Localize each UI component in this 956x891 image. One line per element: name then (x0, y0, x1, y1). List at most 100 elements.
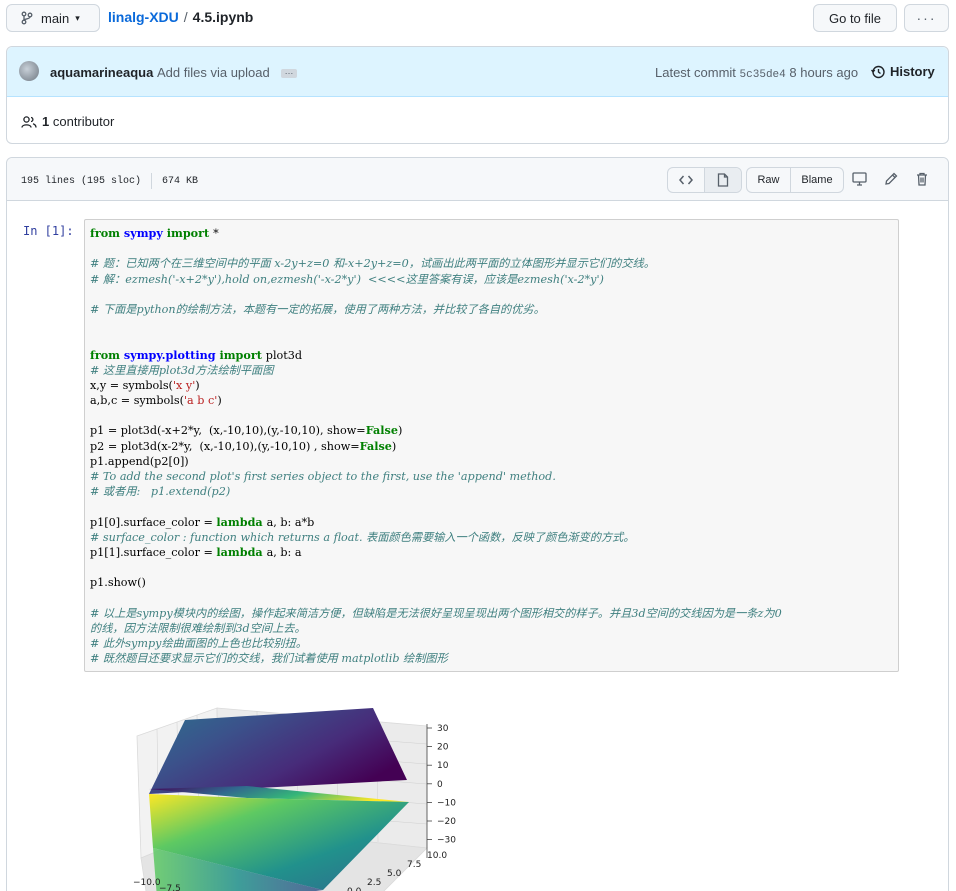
code-token: p2 = plot3d(x-2*y, (x,-10,10),(y,-10,10)… (90, 439, 360, 453)
code-token: # 下面是python的绘制方法，本题有一定的拓展，使用了两种方法，并比较了各自… (90, 302, 545, 316)
code-token: # 或者用: p1.extend(p2) (90, 485, 231, 499)
code-token: ) (217, 394, 222, 408)
code-token: from (90, 347, 124, 362)
blame-button[interactable]: Blame (791, 168, 843, 192)
latest-commit-label: Latest commit (655, 65, 736, 80)
code-icon (679, 175, 693, 185)
breadcrumb-repo-link[interactable]: linalg-XDU (108, 9, 179, 25)
history-label: History (890, 64, 935, 79)
code-line: p1 = plot3d(-x+2*y, (x,-10,10),(y,-10,10… (90, 423, 893, 438)
z-tick-label: −20 (437, 817, 456, 827)
code-token: * (213, 227, 219, 240)
people-icon (21, 115, 37, 128)
avatar[interactable] (19, 61, 39, 81)
code-token: 'a b c' (183, 394, 218, 408)
code-line: 的线，因方法限制很难绘制到3d空间上去。 (90, 621, 893, 636)
code-token: # To add the second plot's first series … (90, 470, 556, 483)
code-token: p1 = plot3d(-x+2*y, (x,-10,10),(y,-10,10… (90, 424, 366, 438)
code-line: # 或者用: p1.extend(p2) (90, 484, 893, 499)
surface-upper-dark (149, 708, 407, 794)
cell-prompt: In [1]: (23, 224, 74, 238)
y-tick-label: 10.0 (427, 851, 447, 861)
latest-commit-row: aquamarineaqua Add files via upload … La… (7, 47, 948, 97)
latest-commit-info: Latest commit 5c35de4 8 hours ago (655, 65, 858, 81)
code-token: ) (391, 439, 397, 453)
file-size: 674 KB (162, 175, 199, 187)
z-tick-label: 30 (437, 724, 449, 734)
desktop-icon[interactable] (852, 172, 867, 186)
code-line: x,y = symbols('x y') (90, 378, 893, 393)
code-line: # 题：已知两个在三维空间中的平面 x-2y+z=0 和-x+2y+z=0，试画… (90, 256, 893, 271)
display-view-button[interactable] (704, 168, 741, 192)
code-token: 的线，因方法限制很难绘制到3d空间上去。 (90, 621, 306, 635)
code-token: # 这里直接用plot3d方法绘制平面图 (90, 363, 274, 377)
code-token: 'x y' (172, 378, 196, 392)
code-token: sympy.plotting (123, 347, 220, 362)
pencil-icon[interactable] (884, 172, 898, 186)
code-line: # 以上是sympy模块内的绘图，操作起来简洁方便，但缺陷是无法很好呈现呈现出两… (90, 606, 893, 621)
code-token: # 解：ezmesh('-x+2*y'),hold on,ezmesh('-x-… (90, 272, 604, 286)
z-tick-label: −10 (437, 798, 456, 808)
output-3d-plot: 30 20 10 0 −10 −20 −30 10.0 7.5 5.0 2.5 0.0 −10.0−… (133, 707, 456, 891)
code-token: lambda (216, 514, 267, 529)
code-token: p1[0].surface_color = (90, 515, 217, 529)
commit-time: 8 hours ago (789, 65, 859, 80)
raw-button[interactable]: Raw (747, 168, 791, 192)
code-view-button[interactable] (668, 168, 704, 192)
contributor-count: 1 (42, 114, 50, 129)
code-line: p2 = plot3d(x-2*y, (x,-10,10),(y,-10,10)… (90, 439, 893, 454)
go-to-file-button[interactable]: Go to file (813, 4, 897, 32)
file-viewer: 195 lines (195 sloc) 674 KB Raw Blame In… (6, 157, 949, 891)
code-line: a,b,c = symbols('a b c') (90, 393, 893, 408)
z-axis-ticks: 30 20 10 0 −10 −20 −30 (427, 724, 456, 846)
code-token: False (359, 438, 392, 453)
code-line: # 这里直接用plot3d方法绘制平面图 (90, 363, 893, 378)
expand-commit-button[interactable]: … (281, 67, 297, 78)
code-token: p1.show() (90, 576, 146, 590)
view-toggle (667, 167, 742, 193)
file-info-divider (151, 173, 153, 189)
git-branch-icon (21, 11, 33, 25)
code-line: # 下面是python的绘制方法，本题有一定的拓展，使用了两种方法，并比较了各自… (90, 302, 893, 317)
code-token: ) (397, 424, 403, 438)
code-token: sympy (123, 226, 167, 240)
code-line: p1[0].surface_color = lambda a, b: a*b (90, 515, 893, 530)
y-tick-label: 7.5 (407, 860, 421, 870)
contributor-label: contributor (52, 114, 115, 129)
code-line: # surface_color : function which returns… (90, 530, 893, 545)
file-header: 195 lines (195 sloc) 674 KB Raw Blame (7, 158, 948, 201)
commit-sha[interactable]: 5c35de4 (740, 69, 786, 81)
commit-message[interactable]: Add files via upload (157, 65, 270, 80)
code-token: plot3d (265, 348, 303, 362)
code-token: import (166, 226, 214, 240)
chevron-down-icon: ▾ (75, 12, 80, 23)
code-token: # 既然题目还要求显示它们的交线，我们试着使用 matplotlib 绘制图形 (90, 652, 448, 666)
commit-author[interactable]: aquamarineaqua (50, 65, 153, 80)
code-token: from (90, 226, 124, 240)
code-token: # 以上是sympy模块内的绘图，操作起来简洁方便，但缺陷是无法很好呈现呈现出两… (90, 606, 782, 620)
z-tick-label: 20 (437, 743, 449, 753)
y-tick-label: 2.5 (367, 878, 381, 888)
history-link[interactable]: History (871, 64, 935, 79)
branch-selector[interactable]: main ▾ (6, 4, 100, 32)
z-tick-label: −30 (437, 836, 456, 846)
contributors-link[interactable]: 1 contributor (21, 114, 114, 129)
history-icon (871, 65, 885, 78)
code-token: p1.append(p2[0]) (90, 454, 189, 468)
code-line: # 此外sympy绘曲面图的上色也比较别扭。 (90, 636, 893, 651)
code-token: # surface_color : function which returns… (90, 530, 635, 544)
code-token: a,b,c = symbols( (90, 394, 184, 408)
code-token: # 此外sympy绘曲面图的上色也比较别扭。 (90, 637, 307, 651)
file-line-count: 195 lines (195 sloc) (21, 175, 142, 187)
x-tick-label: −7.5 (159, 884, 181, 891)
code-token: False (365, 423, 398, 438)
more-options-button[interactable]: ··· (904, 4, 949, 32)
breadcrumb-file: 4.5.ipynb (192, 9, 254, 25)
file-icon (717, 173, 729, 187)
breadcrumb-separator: / (183, 9, 188, 25)
trash-icon[interactable] (916, 172, 928, 186)
